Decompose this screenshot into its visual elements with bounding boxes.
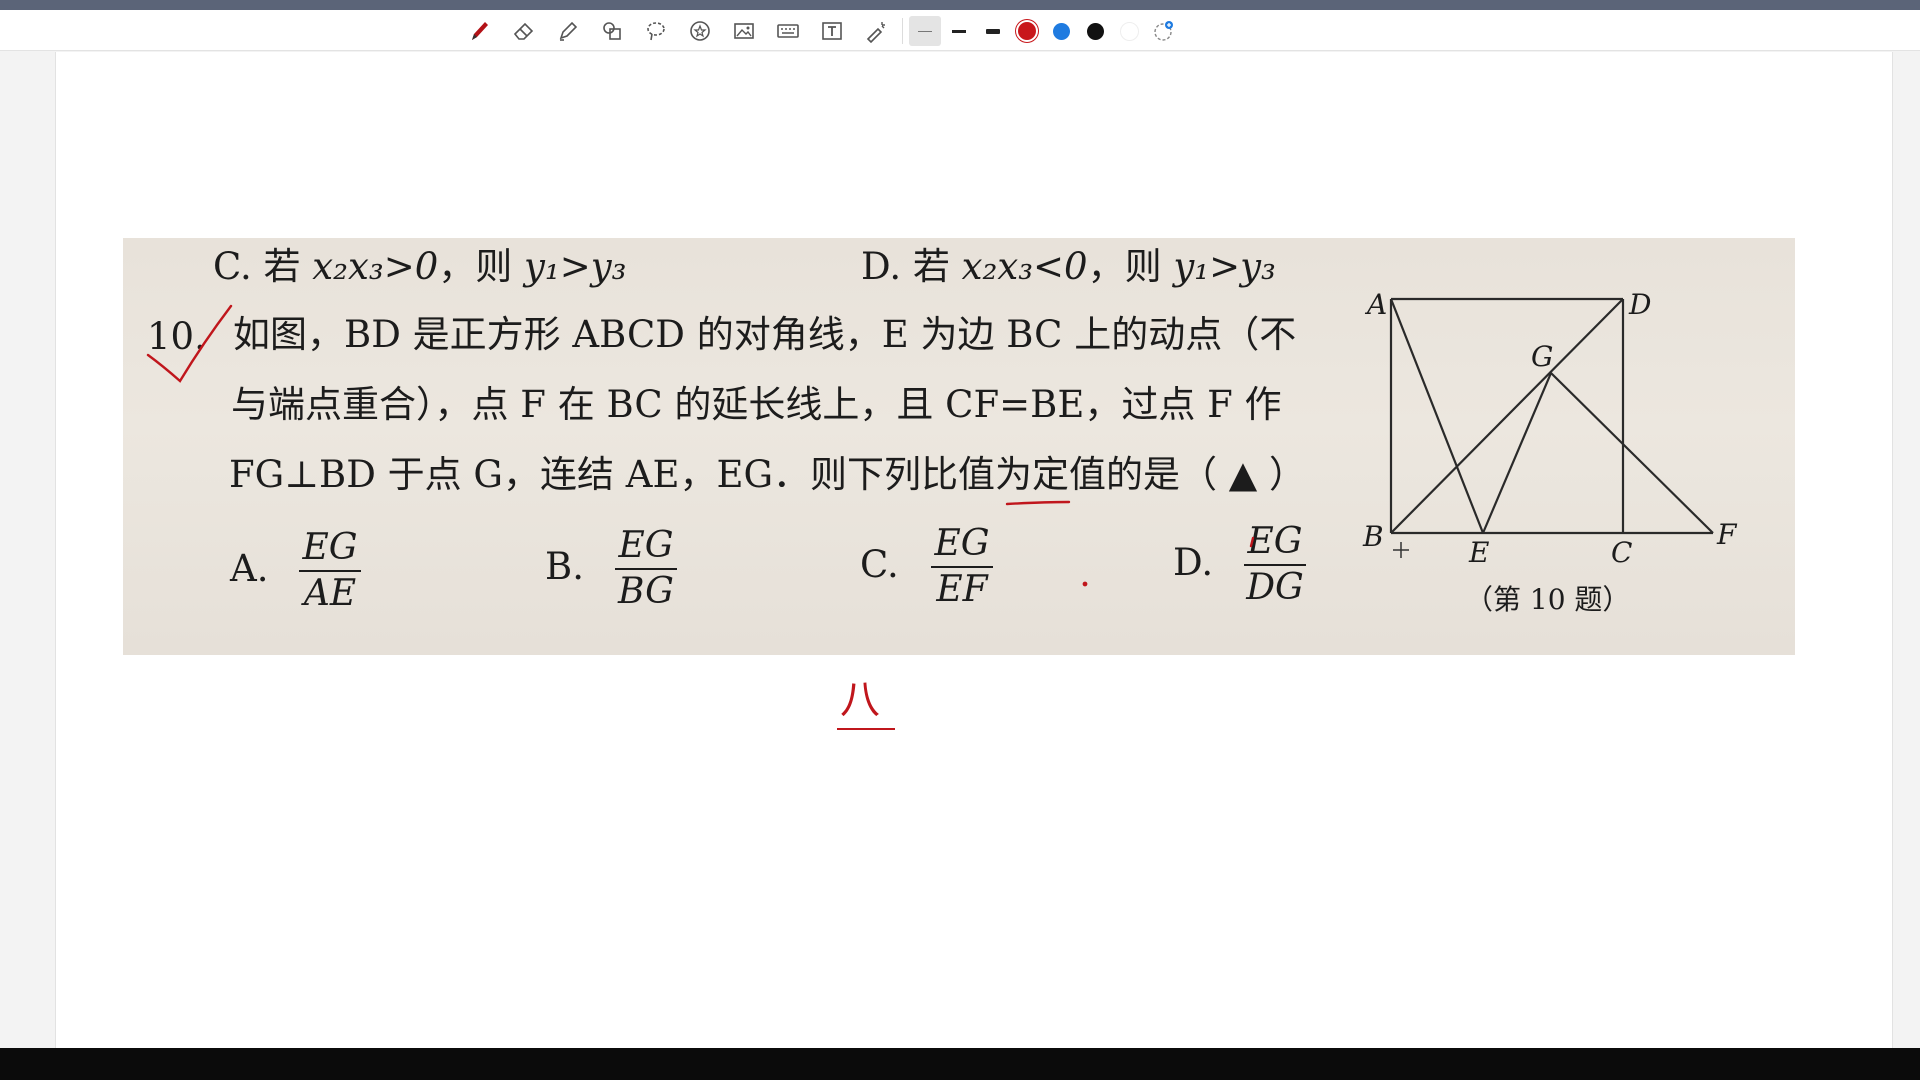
crosshair-cursor-icon [1393,542,1409,558]
handwritten-note: 八 [840,677,880,723]
keyboard-icon [777,24,799,38]
point-d-label: D [1629,288,1652,321]
color-swatch-blue [1052,22,1070,40]
textbox-icon [822,22,842,40]
point-g-label: G [1531,340,1554,373]
color-swatch-red [1018,22,1036,40]
laser-pointer-icon [866,22,885,43]
annotation-toolbar [0,10,1920,51]
line-width-medium[interactable] [943,16,975,46]
color-swatch-white [1119,21,1139,41]
lasso-icon [647,22,665,41]
pen-tool[interactable] [463,16,497,46]
question-photo: C. 若 x₂x₃>0，则 y₁>y₃ D. 若 x₂x₃<0，则 y₁>y₃ … [123,238,1795,655]
color-red[interactable] [1011,16,1043,46]
textbox-tool[interactable] [815,16,849,46]
highlighter-icon [559,21,578,41]
point-e-label: E [1469,536,1490,569]
color-black[interactable] [1079,16,1111,46]
window-top-bar [0,0,1920,10]
shapes-icon [603,22,621,40]
sticker-icon [690,21,710,41]
custom-color-button[interactable] [1147,16,1179,46]
pen-icon [472,22,488,40]
shapes-tool[interactable] [595,16,629,46]
point-a-label: A [1367,288,1388,321]
point-f-label: F [1717,518,1737,551]
image-icon [734,23,754,39]
highlighter-tool[interactable] [551,16,585,46]
ink-dot [1082,581,1088,587]
toolbar-separator [902,18,903,44]
tick-mark-annotation [1249,536,1255,548]
line-width-thin[interactable] [909,16,941,46]
point-c-label: C [1611,536,1633,569]
handwritten-note-underline [837,728,895,730]
color-blue[interactable] [1045,16,1077,46]
checkmark-annotation [146,304,233,383]
add-color-icon [1154,21,1173,41]
point-b-label: B [1363,520,1384,553]
segment-ae [1389,298,1485,534]
lasso-tool[interactable] [639,16,673,46]
color-white[interactable] [1113,16,1145,46]
thick-line-icon [986,28,1000,34]
color-swatch-black [1086,22,1104,40]
keyboard-tool[interactable] [771,16,805,46]
bottom-bar [0,1048,1920,1080]
underline-annotation [1005,500,1071,506]
line-width-thick[interactable] [977,16,1009,46]
figure-caption: （第 10 题） [1465,583,1631,616]
medium-line-icon [952,29,966,33]
segment-eg [1481,372,1553,534]
laser-pointer-tool[interactable] [859,16,893,46]
eraser-tool[interactable] [507,16,541,46]
segment-bd [1390,298,1624,534]
image-tool[interactable] [727,16,761,46]
segment-gf [1550,372,1714,534]
eraser-icon [513,22,534,40]
thin-line-icon [918,30,932,32]
sticker-tool[interactable] [683,16,717,46]
